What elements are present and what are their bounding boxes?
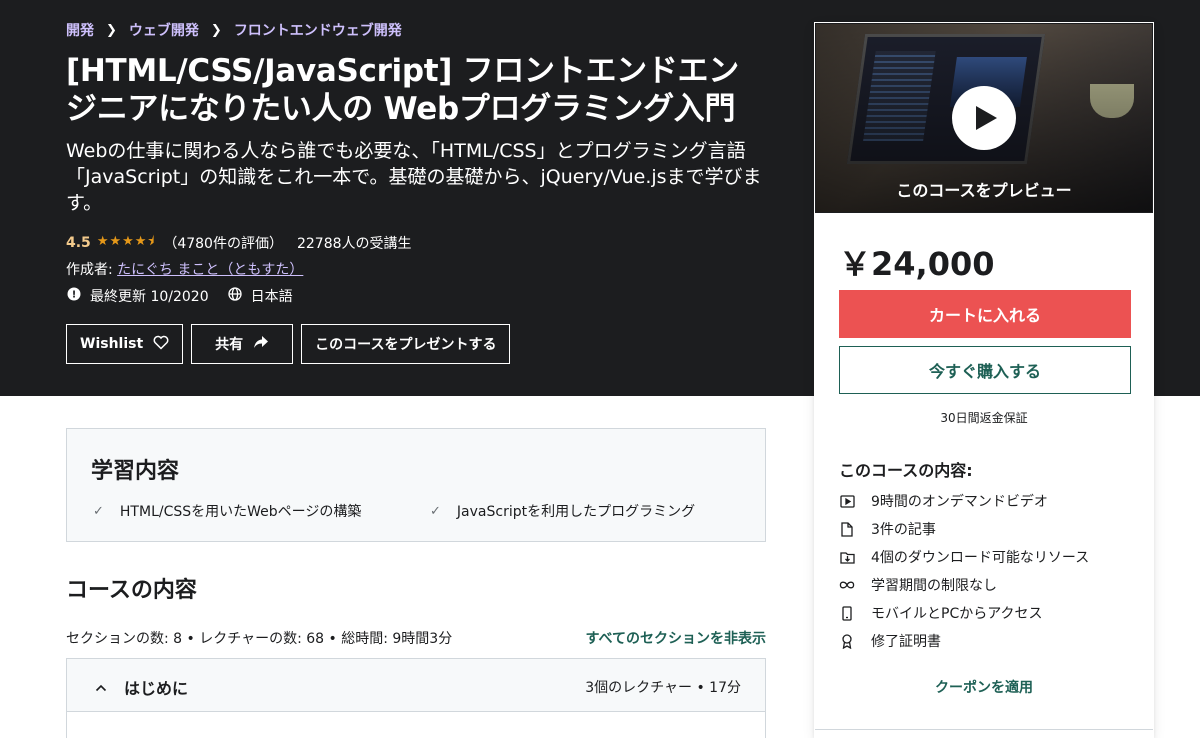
infinity-icon bbox=[839, 580, 855, 590]
certificate-icon bbox=[839, 633, 855, 649]
video-icon bbox=[839, 494, 855, 508]
share-button[interactable]: 共有 bbox=[191, 324, 294, 364]
list-item: 修了証明書 bbox=[839, 627, 1089, 655]
rating-row: 4.5 ★★★★⯨ （4780件の評価） 22788人の受講生 bbox=[66, 232, 412, 254]
breadcrumb: 開発 ❯ ウェブ開発 ❯ フロントエンドウェブ開発 bbox=[66, 20, 402, 40]
include-video: 9時間のオンデマンドビデオ bbox=[871, 494, 1048, 510]
wishlist-button[interactable]: Wishlist bbox=[66, 324, 184, 364]
list-item: ✓ JavaScriptを利用したプログラミング bbox=[430, 501, 695, 521]
author-row: 作成者: たにぐち まこと（ともすた） bbox=[66, 259, 303, 279]
preview-label: このコースをプレビュー bbox=[896, 181, 1072, 200]
update-badge-icon: ! bbox=[66, 287, 82, 305]
list-item: 4個のダウンロード可能なリソース bbox=[839, 543, 1089, 571]
author-link[interactable]: たにぐち まこと（ともすた） bbox=[117, 262, 303, 278]
course-title: [HTML/CSS/JavaScript] フロントエンドエンジニアになりたい人… bbox=[66, 53, 739, 127]
section-meta: 3個のレクチャー • 17分 bbox=[585, 680, 741, 696]
what-you-learn-title: 学習内容 bbox=[91, 459, 180, 484]
include-resources: 4個のダウンロード可能なリソース bbox=[871, 550, 1090, 566]
section-title: はじめに bbox=[124, 679, 189, 698]
course-meta-row: ! 最終更新 10/2020 日本語 bbox=[66, 286, 293, 306]
list-item: 9時間のオンデマンドビデオ bbox=[839, 487, 1089, 515]
author-label: 作成者: bbox=[66, 262, 113, 278]
course-language: 日本語 bbox=[250, 289, 293, 305]
file-icon bbox=[839, 521, 855, 537]
list-item: 学習期間の制限なし bbox=[839, 571, 1089, 599]
breadcrumb-item-development[interactable]: 開発 bbox=[66, 20, 94, 40]
share-arrow-icon bbox=[253, 335, 269, 353]
globe-icon bbox=[227, 287, 243, 305]
action-buttons: Wishlist 共有 このコースをプレゼントする bbox=[66, 324, 511, 364]
course-content-meta: セクションの数: 8 • レクチャーの数: 68 • 総時間: 9時間3分 bbox=[66, 631, 453, 647]
include-certificate: 修了証明書 bbox=[871, 634, 941, 650]
buy-now-button[interactable]: 今すぐ購入する bbox=[839, 346, 1131, 394]
learn-item-label: JavaScriptを利用したプログラミング bbox=[456, 504, 696, 520]
rating-count-link[interactable]: （4780件の評価） bbox=[163, 233, 283, 253]
includes-title: このコースの内容: bbox=[839, 461, 973, 480]
heart-icon bbox=[153, 335, 169, 354]
chevron-right-icon: ❯ bbox=[106, 22, 117, 38]
list-item: ✓ HTML/CSSを用いたWebページの構築 bbox=[93, 501, 361, 521]
collapse-all-sections-button[interactable]: すべてのセクションを非表示 bbox=[586, 628, 766, 648]
money-back-guarantee: 30日間返金保証 bbox=[940, 411, 1028, 425]
learn-item-label: HTML/CSSを用いたWebページの構築 bbox=[119, 504, 362, 520]
list-item: モバイルとPCからアクセス bbox=[839, 599, 1089, 627]
rating-value: 4.5 bbox=[66, 235, 91, 251]
apply-coupon-link[interactable]: クーポンを適用 bbox=[815, 677, 1153, 697]
share-label: 共有 bbox=[215, 337, 244, 353]
star-rating-icon: ★★★★⯨ bbox=[96, 234, 156, 249]
list-item: 3件の記事 bbox=[839, 515, 1089, 543]
chevron-right-icon: ❯ bbox=[210, 22, 222, 38]
course-price: ￥24,000 bbox=[839, 245, 995, 283]
includes-list: 9時間のオンデマンドビデオ 3件の記事 4個のダウンロード可能なリソース 学習期… bbox=[839, 487, 1089, 655]
check-icon: ✓ bbox=[93, 503, 104, 519]
gift-course-button[interactable]: このコースをプレゼントする bbox=[301, 324, 511, 364]
svg-text:!: ! bbox=[72, 290, 77, 301]
include-articles: 3件の記事 bbox=[871, 522, 936, 538]
include-mobile-access: モバイルとPCからアクセス bbox=[871, 606, 1043, 622]
wishlist-label: Wishlist bbox=[80, 336, 144, 352]
download-folder-icon bbox=[839, 551, 855, 564]
include-lifetime-access: 学習期間の制限なし bbox=[871, 578, 997, 594]
purchase-sidebar: このコースをプレビュー ￥24,000 カートに入れる 今すぐ購入する 30日間… bbox=[814, 22, 1154, 738]
last-updated: 最終更新 10/2020 bbox=[90, 289, 209, 305]
breadcrumb-item-web-development[interactable]: ウェブ開発 bbox=[129, 20, 199, 40]
what-you-learn-box: 学習内容 ✓ HTML/CSSを用いたWebページの構築 ✓ JavaScrip… bbox=[66, 428, 766, 542]
sidebar-divider bbox=[815, 729, 1153, 730]
course-preview[interactable]: このコースをプレビュー bbox=[815, 23, 1153, 213]
chevron-up-icon bbox=[95, 677, 107, 696]
course-content-title: コースの内容 bbox=[66, 578, 197, 603]
check-icon: ✓ bbox=[430, 503, 441, 519]
mobile-icon bbox=[839, 605, 855, 621]
curriculum-section-body bbox=[66, 711, 766, 738]
add-to-cart-button[interactable]: カートに入れる bbox=[839, 290, 1131, 338]
play-icon[interactable] bbox=[952, 86, 1016, 150]
curriculum-section-header[interactable]: はじめに 3個のレクチャー • 17分 bbox=[66, 658, 766, 712]
course-subtitle: Webの仕事に関わる人なら誰でも必要な、「HTML/CSS」とプログラミング言語… bbox=[66, 140, 762, 214]
student-count: 22788人の受講生 bbox=[296, 236, 412, 252]
breadcrumb-item-frontend[interactable]: フロントエンドウェブ開発 bbox=[234, 20, 402, 40]
